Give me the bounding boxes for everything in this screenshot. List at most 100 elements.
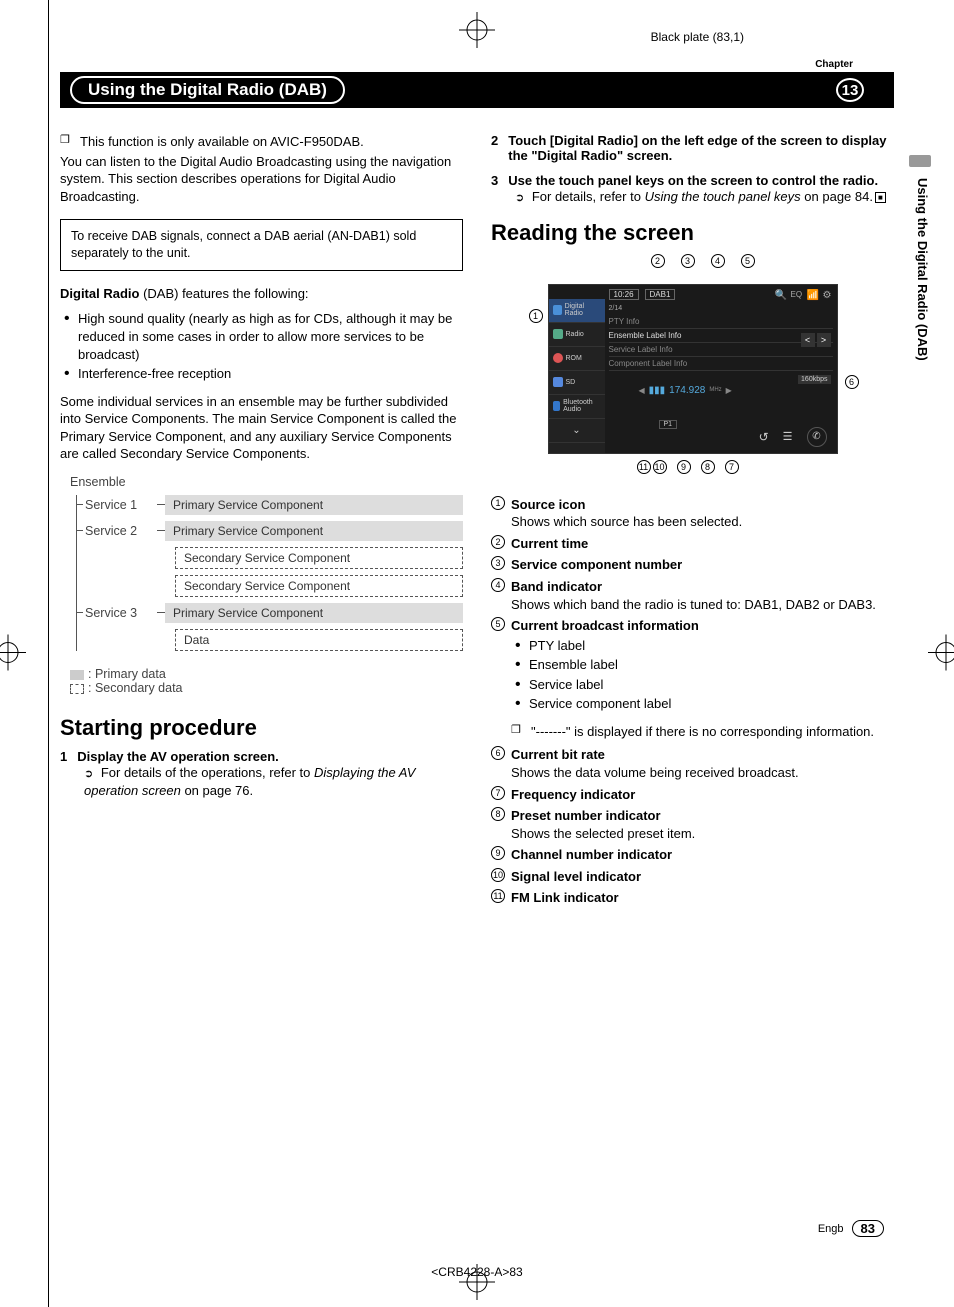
chapter-number-badge: 13 bbox=[836, 78, 864, 102]
callout-1: 1 bbox=[529, 309, 543, 323]
radio-icon bbox=[553, 329, 563, 339]
step-head: 3 Use the touch panel keys on the screen… bbox=[491, 173, 894, 188]
page: Black plate (83,1) Chapter Using the Dig… bbox=[0, 0, 954, 1307]
feature-item: Interference-free reception bbox=[78, 365, 463, 383]
def-title: Band indicator bbox=[511, 579, 602, 594]
def-desc: Shows the data volume being received bro… bbox=[511, 765, 799, 780]
def-num: 2 bbox=[491, 535, 505, 549]
eq-icon[interactable]: EQ bbox=[791, 290, 801, 300]
tree-row: Data bbox=[175, 629, 463, 651]
primary-component: Primary Service Component bbox=[165, 495, 463, 515]
info-panel: PTY Info Ensemble Label Info Service Lab… bbox=[609, 315, 833, 371]
def-desc: Shows which source has been selected. bbox=[511, 514, 742, 529]
signal-icon: 📶 bbox=[807, 290, 817, 300]
freq-next-icon[interactable]: ▶ bbox=[726, 386, 732, 395]
def-num: 9 bbox=[491, 846, 505, 860]
legend-primary: : Primary data bbox=[70, 667, 463, 681]
sublist-item: Service label bbox=[529, 676, 894, 694]
def-title: Signal level indicator bbox=[511, 869, 641, 884]
prev-button[interactable]: < bbox=[801, 333, 815, 347]
source-digital-radio[interactable]: Digital Radio bbox=[549, 299, 605, 323]
content-columns: This function is only available on AVIC-… bbox=[60, 133, 894, 911]
def-source-icon: 1 Source iconShows which source has been… bbox=[491, 496, 894, 531]
def-title: Current broadcast information bbox=[511, 618, 699, 633]
note-item: This function is only available on AVIC-… bbox=[80, 133, 463, 151]
step-title: Touch [Digital Radio] on the left edge o… bbox=[508, 133, 894, 163]
service-label: Service 2 bbox=[85, 524, 157, 538]
tree-legend: : Primary data : Secondary data bbox=[70, 667, 463, 695]
status-bar: 10:26 DAB1 🔍 EQ 📶 ⚙ bbox=[609, 287, 833, 303]
legend-swatch-primary bbox=[70, 670, 84, 680]
source-sd[interactable]: SD bbox=[549, 371, 605, 395]
def-desc: Shows the selected preset item. bbox=[511, 826, 695, 841]
page-number: 83 bbox=[852, 1220, 884, 1237]
chevron-down-icon: ⌄ bbox=[572, 425, 580, 436]
step-number: 1 bbox=[60, 749, 67, 764]
freq-value: 174.928 bbox=[669, 385, 705, 396]
chapter-title: Using the Digital Radio (DAB) bbox=[70, 76, 345, 104]
stop-icon: ■ bbox=[875, 192, 886, 203]
step-reference: For details of the operations, refer to … bbox=[60, 764, 463, 799]
features-list: High sound quality (nearly as high as fo… bbox=[60, 310, 463, 382]
list-icon[interactable]: ☰ bbox=[783, 430, 793, 443]
def-title: Frequency indicator bbox=[511, 787, 635, 802]
broadcast-sublist: PTY label Ensemble label Service label S… bbox=[511, 637, 894, 713]
step-number: 3 bbox=[491, 173, 498, 188]
freq-unit: MHz bbox=[709, 387, 721, 393]
page-footer: Engb 83 bbox=[818, 1220, 884, 1237]
search-icon[interactable]: 🔍 bbox=[775, 290, 785, 300]
def-title: Preset number indicator bbox=[511, 808, 661, 823]
gear-icon[interactable]: ⚙ bbox=[823, 290, 833, 300]
source-radio[interactable]: Radio bbox=[549, 323, 605, 347]
def-num: 7 bbox=[491, 786, 505, 800]
register-mark-right bbox=[928, 634, 954, 673]
side-tab: Using the Digital Radio (DAB) bbox=[911, 170, 934, 369]
next-button[interactable]: > bbox=[817, 333, 831, 347]
component-line: Component Label Info bbox=[609, 357, 833, 371]
time-shift-icon[interactable]: ↺ bbox=[759, 430, 769, 444]
aerial-note-box: To receive DAB signals, connect a DAB ae… bbox=[60, 219, 463, 271]
reading-screen-heading: Reading the screen bbox=[491, 220, 894, 246]
def-service-component-number: 3 Service component number bbox=[491, 556, 894, 574]
freq-prev-icon[interactable]: ◀ bbox=[639, 386, 645, 395]
def-num: 3 bbox=[491, 556, 505, 570]
bluetooth-icon bbox=[553, 401, 561, 411]
preset-chip[interactable]: P1 bbox=[659, 420, 678, 429]
broadcast-note: "-------" is displayed if there is no co… bbox=[511, 723, 894, 741]
step-reference: For details, refer to Using the touch pa… bbox=[491, 188, 894, 206]
service-counter: 2/14 bbox=[609, 305, 623, 312]
step-head: 1 Display the AV operation screen. bbox=[60, 749, 463, 764]
chapter-label: Chapter bbox=[60, 59, 894, 70]
callout-3: 3 bbox=[681, 254, 695, 268]
subdivision-paragraph: Some individual services in an ensemble … bbox=[60, 393, 463, 463]
features-lead: Digital Radio (DAB) features the followi… bbox=[60, 285, 463, 303]
def-title: Service component number bbox=[511, 557, 682, 572]
band-chip[interactable]: DAB1 bbox=[645, 289, 676, 300]
source-more[interactable]: ⌄ bbox=[549, 419, 605, 443]
def-num: 10 bbox=[491, 868, 505, 882]
right-column: 2 Touch [Digital Radio] on the left edge… bbox=[491, 133, 894, 911]
data-component: Data bbox=[175, 629, 463, 651]
legend-secondary: : Secondary data bbox=[70, 681, 463, 695]
secondary-component: Secondary Service Component bbox=[175, 547, 463, 569]
source-bluetooth[interactable]: Bluetooth Audio bbox=[549, 395, 605, 419]
tree-row: Secondary Service Component bbox=[175, 547, 463, 569]
register-mark-bottom bbox=[457, 1262, 497, 1302]
step-1: 1 Display the AV operation screen. For d… bbox=[60, 749, 463, 799]
crop-mark-left bbox=[48, 0, 49, 1307]
ensemble-line: Ensemble Label Info bbox=[609, 329, 833, 343]
tree-row: Secondary Service Component bbox=[175, 575, 463, 597]
callout-8: 8 bbox=[701, 460, 715, 474]
register-mark-top bbox=[457, 10, 497, 50]
def-title: Current bit rate bbox=[511, 747, 605, 762]
callout-bottom-row: 11 10 9 8 7 bbox=[548, 460, 838, 482]
tree-row: Service 3 Primary Service Component bbox=[85, 603, 463, 623]
sublist-item: Ensemble label bbox=[529, 656, 894, 674]
phone-button[interactable]: ✆ bbox=[807, 427, 827, 447]
ensemble-tree: Ensemble Service 1 Primary Service Compo… bbox=[70, 475, 463, 651]
def-frequency: 7 Frequency indicator bbox=[491, 786, 894, 804]
callout-2: 2 bbox=[651, 254, 665, 268]
callout-7: 7 bbox=[725, 460, 739, 474]
def-num: 8 bbox=[491, 807, 505, 821]
source-rom[interactable]: ROM bbox=[549, 347, 605, 371]
